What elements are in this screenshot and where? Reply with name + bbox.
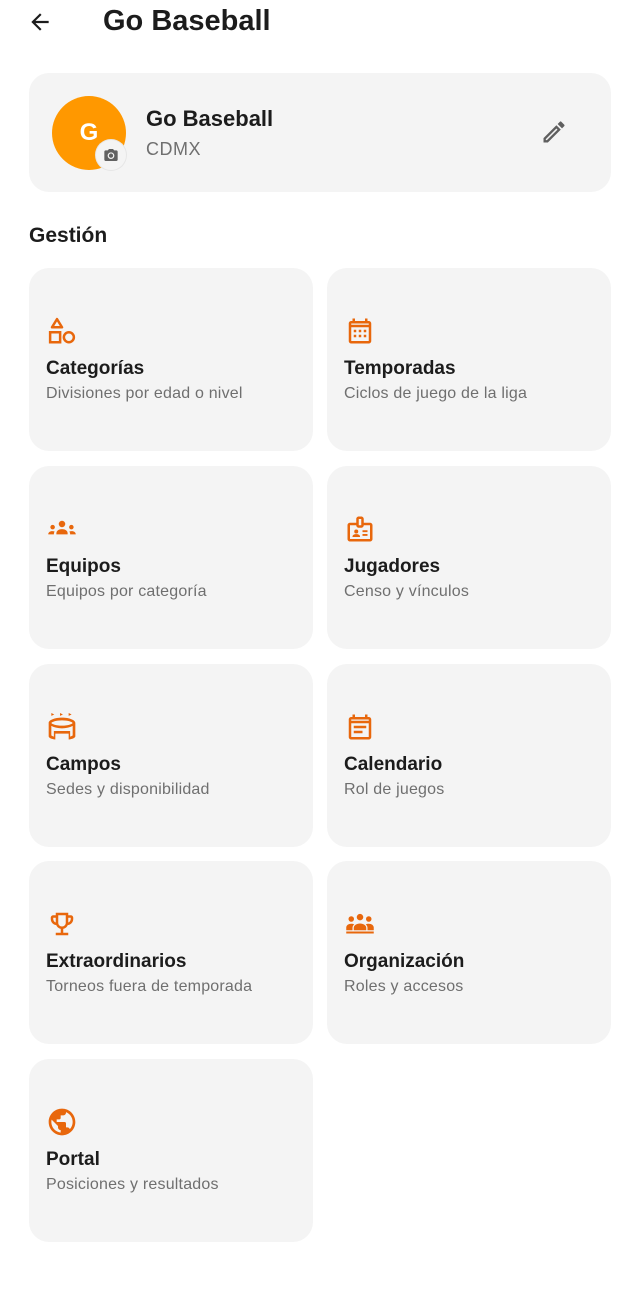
people-icon (344, 908, 376, 940)
tile-subtitle: Censo y vínculos (344, 583, 470, 600)
arrow-back-icon (27, 9, 53, 35)
tile-title: Categorías (46, 358, 145, 379)
pencil-icon (540, 118, 568, 146)
tile-calendario[interactable]: Calendario Rol de juegos (327, 664, 611, 847)
tile-temporadas[interactable]: Temporadas Ciclos de juego de la liga (327, 268, 611, 451)
change-photo-button[interactable] (96, 140, 126, 170)
tile-subtitle: Sedes y disponibilidad (46, 781, 210, 798)
tile-title: Organización (344, 951, 465, 972)
edit-profile-button[interactable] (539, 117, 569, 147)
tile-title: Equipos (46, 556, 121, 577)
tile-organizacion[interactable]: Organización Roles y accesos (327, 861, 611, 1044)
tile-campos[interactable]: Campos Sedes y disponibilidad (29, 664, 313, 847)
camera-icon (103, 147, 119, 163)
tile-subtitle: Torneos fuera de temporada (46, 978, 253, 995)
tile-extraordinarios[interactable]: Extraordinarios Torneos fuera de tempora… (29, 861, 313, 1044)
trophy-icon (46, 908, 78, 940)
profile-card: G Go Baseball CDMX (29, 73, 611, 192)
event-note-icon (344, 711, 376, 743)
tile-equipos[interactable]: Equipos Equipos por categoría (29, 466, 313, 649)
tile-subtitle: Posiciones y resultados (46, 1176, 219, 1193)
groups-icon (46, 513, 78, 545)
profile-city: CDMX (146, 139, 201, 159)
tile-subtitle: Roles y accesos (344, 978, 464, 995)
calendar-grid-icon (344, 315, 376, 347)
tile-title: Extraordinarios (46, 951, 187, 972)
tile-subtitle: Rol de juegos (344, 781, 445, 798)
tile-title: Temporadas (344, 358, 456, 379)
tile-title: Jugadores (344, 556, 441, 577)
tile-subtitle: Equipos por categoría (46, 583, 207, 600)
back-button[interactable] (26, 8, 54, 36)
section-title: Gestión (29, 224, 108, 247)
tile-categorias[interactable]: Categorías Divisiones por edad o nivel (29, 268, 313, 451)
tile-subtitle: Ciclos de juego de la liga (344, 385, 528, 402)
stadium-icon (46, 711, 78, 743)
tile-portal[interactable]: Portal Posiciones y resultados (29, 1059, 313, 1242)
globe-icon (46, 1106, 78, 1138)
page-title: Go Baseball (103, 5, 271, 37)
avatar-initial: G (79, 119, 99, 146)
shapes-icon (46, 315, 78, 347)
tile-jugadores[interactable]: Jugadores Censo y vínculos (327, 466, 611, 649)
badge-icon (344, 513, 376, 545)
profile-name: Go Baseball (146, 106, 274, 131)
tile-title: Calendario (344, 754, 443, 775)
app-bar: Go Baseball (0, 0, 640, 44)
tile-title: Campos (46, 754, 121, 775)
tile-title: Portal (46, 1149, 100, 1170)
tile-subtitle: Divisiones por edad o nivel (46, 385, 243, 402)
